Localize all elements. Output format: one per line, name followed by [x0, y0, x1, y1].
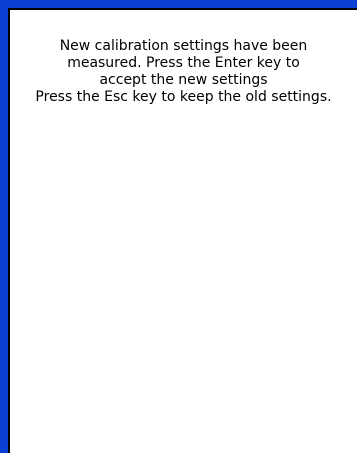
window-frame-top: [0, 0, 357, 8]
message-line-1: New calibration settings have been: [59, 38, 308, 54]
message-line-3: accept the new settings: [99, 72, 268, 88]
message-line-2: measured. Press the Enter key to: [67, 55, 300, 71]
calibration-screen: New calibration settings have been measu…: [0, 0, 357, 453]
window-frame-left: [0, 0, 8, 453]
calibration-message: New calibration settings have been measu…: [10, 38, 357, 106]
message-line-4: Press the Esc key to keep the old settin…: [35, 89, 332, 105]
calibration-dialog: New calibration settings have been measu…: [10, 10, 357, 453]
